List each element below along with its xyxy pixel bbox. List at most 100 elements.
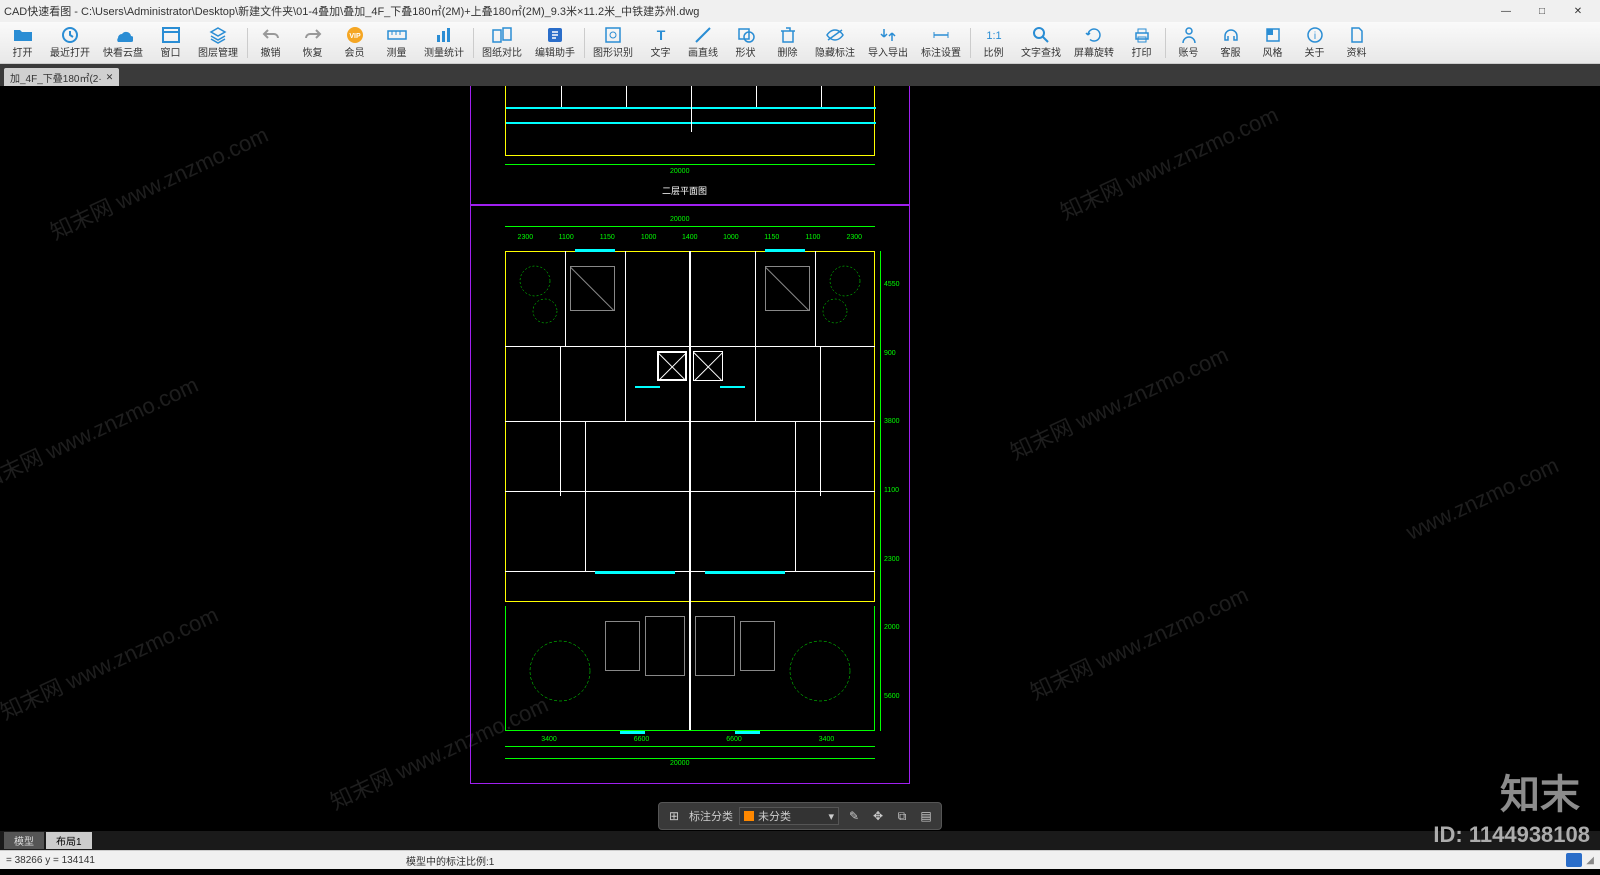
dimset-icon <box>931 26 951 44</box>
tool-recent[interactable]: 最近打开 <box>44 23 97 63</box>
tool-recognize[interactable]: 图形识别 <box>587 23 640 63</box>
scale-icon: 1:1 <box>984 26 1004 44</box>
tool-measure[interactable]: 测量 <box>376 23 418 63</box>
headset-icon <box>1221 26 1241 44</box>
tool-label: 文字查找 <box>1021 44 1061 59</box>
category-dropdown[interactable]: 未分类 ▾ <box>739 807 839 825</box>
rotate-icon <box>1084 26 1104 44</box>
ruler-icon <box>387 26 407 44</box>
plan-title-2f: 二层平面图 <box>662 184 707 197</box>
tool-stats[interactable]: 测量统计 <box>418 23 471 63</box>
tool-label: 图形识别 <box>593 44 633 59</box>
tool-assist[interactable]: 编辑助手 <box>529 23 582 63</box>
text-icon: T <box>651 26 671 44</box>
maximize-button[interactable]: □ <box>1524 0 1560 22</box>
watermark: 知末网 www.znzmo.com <box>1054 97 1282 226</box>
tool-label: 撤销 <box>261 44 281 59</box>
dimension-line <box>505 746 875 747</box>
tool-label: 画直线 <box>688 44 718 59</box>
dimension-text: 20000 <box>670 216 689 223</box>
tool-find[interactable]: 文字查找 <box>1015 23 1068 63</box>
ocr-icon <box>603 26 623 44</box>
document-tab[interactable]: 加_4F_下叠180㎡(2· ✕ <box>4 68 119 86</box>
dimension-text: 900 <box>884 350 896 357</box>
tool-label: 比例 <box>984 44 1004 59</box>
tool-label: 快看云盘 <box>103 44 143 59</box>
minimize-button[interactable]: — <box>1488 0 1524 22</box>
clock-icon <box>60 26 80 44</box>
tool-vip[interactable]: VIP会员 <box>334 23 376 63</box>
redo-icon <box>303 26 323 44</box>
tool-layer[interactable]: 图层管理 <box>192 23 245 63</box>
tool-label: 打开 <box>13 44 33 59</box>
svg-text:1:1: 1:1 <box>986 30 1001 42</box>
watermark: 知末网 www.znzmo.com <box>44 117 272 246</box>
tool-label: 资料 <box>1347 44 1367 59</box>
move-icon[interactable]: ✥ <box>869 807 887 825</box>
tool-label: 账号 <box>1179 44 1199 59</box>
dimension-text: 3400 <box>541 736 557 743</box>
tool-dimset[interactable]: 标注设置 <box>915 23 968 63</box>
resize-grip-icon[interactable]: ◢ <box>1586 855 1594 866</box>
tool-redo[interactable]: 恢复 <box>292 23 334 63</box>
tool-hide[interactable]: 隐藏标注 <box>809 23 862 63</box>
tool-delete[interactable]: 删除 <box>767 23 809 63</box>
dimension-text: 20000 <box>670 168 689 175</box>
main-toolbar: 打开最近打开快看云盘窗口图层管理撤销 恢复 VIP会员测量测量统计图纸对比编辑助手图… <box>0 22 1600 64</box>
close-button[interactable]: ✕ <box>1560 0 1596 22</box>
view-tab-bar: 模型 布局1 <box>0 831 1600 850</box>
folder-icon <box>13 26 33 44</box>
tool-print[interactable]: 打印 <box>1121 23 1163 63</box>
tool-service[interactable]: 客服 <box>1210 23 1252 63</box>
tool-data[interactable]: 资料 <box>1336 23 1378 63</box>
floor-plan-1f <box>505 251 875 731</box>
copy-icon[interactable]: ⧉ <box>893 807 911 825</box>
dimension-text: 1150 <box>600 234 615 241</box>
dimension-text: 2300 <box>884 556 900 563</box>
tool-compare[interactable]: 图纸对比 <box>476 23 529 63</box>
tool-about[interactable]: i关于 <box>1294 23 1336 63</box>
tool-scale[interactable]: 1:1 比例 <box>973 23 1015 63</box>
tool-rotate[interactable]: 屏幕旋转 <box>1068 23 1121 63</box>
tool-cloud[interactable]: 快看云盘 <box>97 23 150 63</box>
document-tab-bar: 加_4F_下叠180㎡(2· ✕ <box>0 64 1600 86</box>
tool-label: 隐藏标注 <box>815 44 855 59</box>
watermark: 知末网 www.znzmo.com <box>0 367 203 496</box>
dimension-text: 3800 <box>884 418 900 425</box>
tool-style[interactable]: 风格 <box>1252 23 1294 63</box>
svg-text:VIP: VIP <box>349 33 361 40</box>
view-tab-model[interactable]: 模型 <box>4 832 44 849</box>
drawing-viewport[interactable]: 知末网 www.znzmo.com 知末网 www.znzmo.com 知末网 … <box>0 86 1600 850</box>
info-icon: i <box>1305 26 1325 44</box>
grid-icon[interactable]: ⊞ <box>665 807 683 825</box>
tool-label: 形状 <box>736 44 756 59</box>
tool-label: 导入导出 <box>868 44 908 59</box>
del-icon <box>778 26 798 44</box>
tool-label: 恢复 <box>303 44 323 59</box>
layers-icon[interactable]: ▤ <box>917 807 935 825</box>
dimension-line <box>505 758 875 759</box>
dimension-text: 1100 <box>884 487 899 494</box>
view-tab-layout1[interactable]: 布局1 <box>46 832 92 849</box>
tool-line[interactable]: 画直线 <box>682 23 725 63</box>
edit-icon[interactable]: ✎ <box>845 807 863 825</box>
dimension-text: 2300 <box>846 234 862 241</box>
dimension-text: 2000 <box>884 624 900 631</box>
dimension-text: 20000 <box>670 760 689 767</box>
tab-close-icon[interactable]: ✕ <box>106 72 114 83</box>
tool-account[interactable]: 账号 <box>1168 23 1210 63</box>
dimension-text: 1000 <box>723 234 739 241</box>
chevron-down-icon: ▾ <box>828 810 834 823</box>
tool-import[interactable]: 导入导出 <box>862 23 915 63</box>
tool-shape[interactable]: 形状 <box>725 23 767 63</box>
window-controls: — □ ✕ <box>1488 0 1596 22</box>
status-indicator-icon[interactable] <box>1566 853 1582 867</box>
tool-text[interactable]: T文字 <box>640 23 682 63</box>
layers-icon <box>208 26 228 44</box>
tool-open[interactable]: 打开 <box>2 23 44 63</box>
floor-plan-upper <box>505 86 875 156</box>
tool-window[interactable]: 窗口 <box>150 23 192 63</box>
annotation-category-label: 标注分类 <box>689 808 733 824</box>
undo-icon <box>261 26 281 44</box>
tool-undo[interactable]: 撤销 <box>250 23 292 63</box>
